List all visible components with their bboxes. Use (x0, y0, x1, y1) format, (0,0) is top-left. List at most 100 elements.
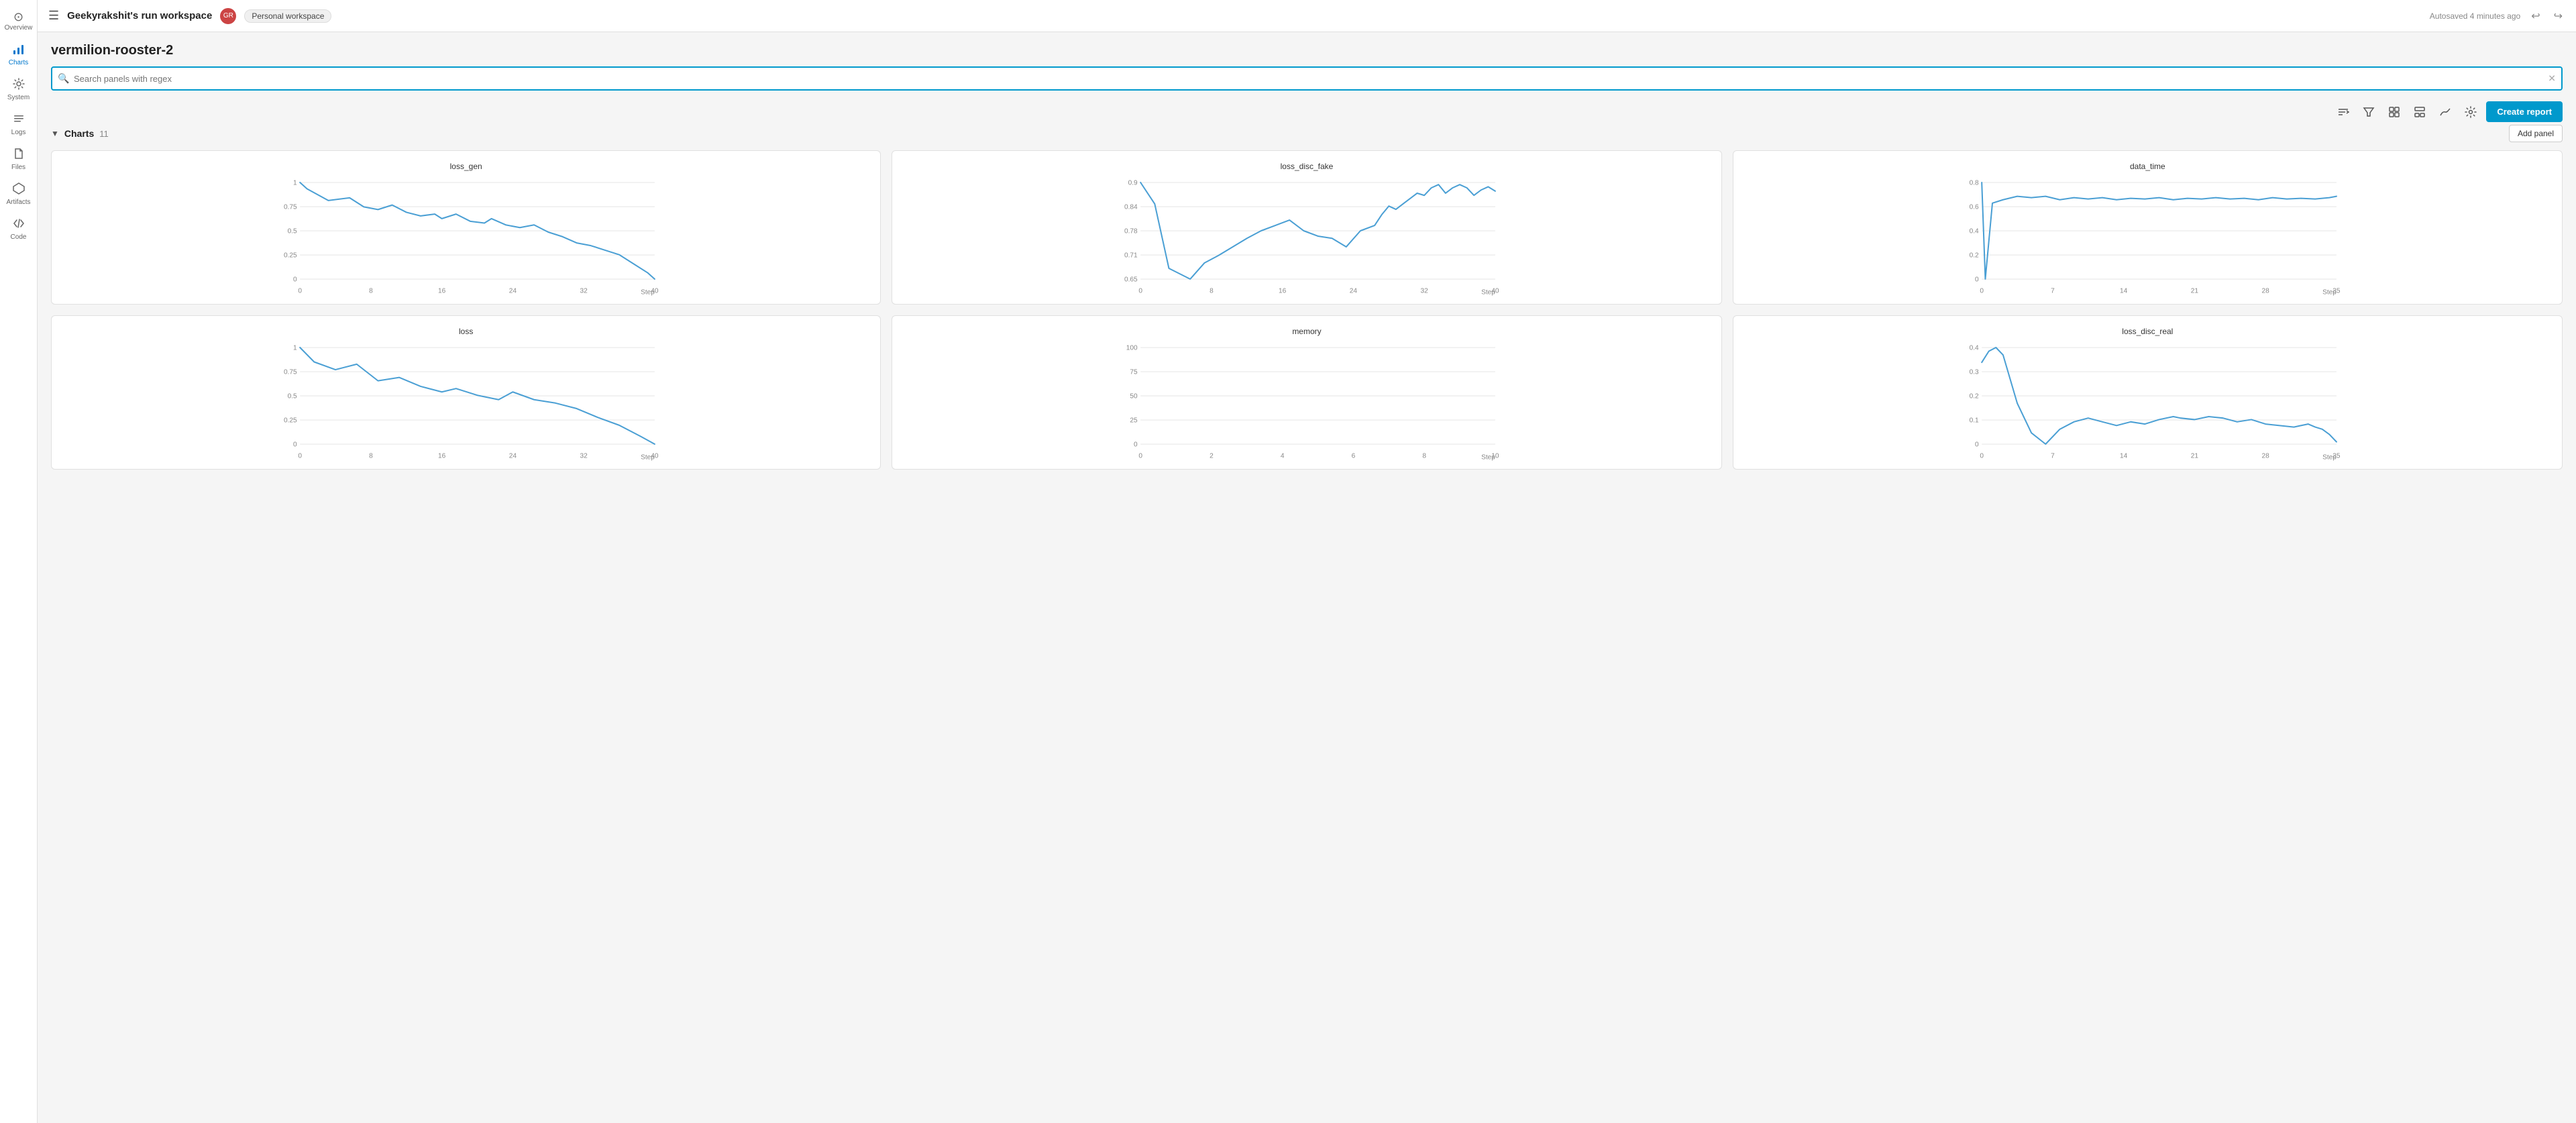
svg-text:0.25: 0.25 (284, 252, 297, 259)
svg-text:0: 0 (298, 452, 302, 460)
svg-text:21: 21 (2190, 452, 2198, 460)
sidebar-item-artifacts[interactable]: Artifacts (0, 176, 37, 211)
layout-icon[interactable] (2410, 102, 2430, 122)
sidebar-label-system: System (7, 94, 30, 101)
chart-title-loss_disc_fake: loss_disc_fake (900, 162, 1713, 171)
sidebar-label-code: Code (11, 233, 27, 241)
svg-text:0.4: 0.4 (1969, 344, 1978, 352)
svg-text:32: 32 (1421, 287, 1429, 295)
header: ☰ Geekyrakshit's run workspace GR Person… (38, 0, 2576, 32)
svg-text:16: 16 (438, 287, 446, 295)
chart-area-data_time[interactable]: 0.80.60.40.200714212835Step (1741, 176, 2554, 297)
add-panel-button[interactable]: Add panel (2509, 125, 2563, 142)
charts-section-title: Charts (64, 128, 94, 139)
collapse-charts-button[interactable]: ▼ (51, 129, 59, 138)
svg-text:0: 0 (1134, 441, 1138, 448)
svg-text:0.6: 0.6 (1969, 203, 1978, 211)
sidebar-label-artifacts: Artifacts (6, 199, 30, 206)
chart-card-memory: memory10075502500246810Step (892, 315, 1721, 470)
svg-text:32: 32 (580, 452, 588, 460)
svg-text:32: 32 (580, 287, 588, 295)
sidebar-item-code[interactable]: Code (0, 211, 37, 246)
filter-icon[interactable] (2359, 102, 2379, 122)
chart-title-loss: loss (60, 327, 872, 336)
system-icon (12, 77, 25, 93)
chart-area-loss_disc_fake[interactable]: 0.90.840.780.710.650816243240Step (900, 176, 1713, 297)
svg-text:8: 8 (1210, 287, 1214, 295)
svg-text:0.25: 0.25 (284, 417, 297, 424)
search-clear-icon[interactable]: ✕ (2548, 73, 2556, 85)
line-icon[interactable] (2435, 102, 2455, 122)
svg-text:0: 0 (1139, 452, 1143, 460)
svg-text:16: 16 (1279, 287, 1287, 295)
sidebar-item-logs[interactable]: Logs (0, 107, 37, 142)
search-container: 🔍 ✕ (51, 66, 2563, 91)
settings-icon[interactable] (2461, 102, 2481, 122)
svg-text:100: 100 (1126, 344, 1138, 352)
create-report-button[interactable]: Create report (2486, 101, 2563, 122)
svg-text:21: 21 (2190, 287, 2198, 295)
overview-icon: ⊙ (13, 11, 23, 23)
menu-icon[interactable]: ☰ (48, 9, 59, 23)
sidebar-item-files[interactable]: Files (0, 142, 37, 176)
svg-text:Step: Step (1481, 289, 1495, 297)
svg-text:16: 16 (438, 452, 446, 460)
svg-text:Step: Step (641, 289, 655, 297)
chart-area-loss_gen[interactable]: 10.750.50.2500816243240Step (60, 176, 872, 297)
svg-text:0: 0 (1975, 441, 1979, 448)
chart-area-loss_disc_real[interactable]: 0.40.30.20.100714212835Step (1741, 341, 2554, 462)
redo-button[interactable]: ↪ (2551, 7, 2565, 25)
svg-text:8: 8 (369, 287, 373, 295)
chart-card-loss: loss10.750.50.2500816243240Step (51, 315, 881, 470)
chart-title-loss_disc_real: loss_disc_real (1741, 327, 2554, 336)
sidebar-label-files: Files (11, 164, 25, 171)
svg-text:0.3: 0.3 (1969, 368, 1978, 376)
chart-card-loss_disc_fake: loss_disc_fake0.90.840.780.710.650816243… (892, 150, 1721, 305)
sidebar-label-charts: Charts (9, 59, 28, 66)
svg-text:28: 28 (2261, 287, 2269, 295)
chart-title-memory: memory (900, 327, 1713, 336)
code-icon (12, 217, 25, 232)
toolbar: Create report (51, 101, 2563, 122)
charts-icon (12, 42, 25, 58)
svg-text:6: 6 (1352, 452, 1356, 460)
svg-text:7: 7 (2051, 287, 2055, 295)
svg-text:0.9: 0.9 (1128, 179, 1138, 186)
svg-text:8: 8 (1423, 452, 1427, 460)
svg-text:28: 28 (2261, 452, 2269, 460)
chart-area-memory[interactable]: 10075502500246810Step (900, 341, 1713, 462)
main-content: ☰ Geekyrakshit's run workspace GR Person… (38, 0, 2576, 1123)
svg-text:0: 0 (298, 287, 302, 295)
chart-area-loss[interactable]: 10.750.50.2500816243240Step (60, 341, 872, 462)
undo-button[interactable]: ↩ (2528, 7, 2542, 25)
svg-text:1: 1 (293, 344, 297, 352)
run-title: vermilion-rooster-2 (51, 43, 2563, 58)
charts-count: 11 (99, 129, 109, 139)
svg-text:0.84: 0.84 (1124, 203, 1138, 211)
sidebar-item-overview[interactable]: ⊙ Overview (0, 5, 37, 37)
sidebar-item-charts[interactable]: Charts (0, 37, 37, 72)
svg-text:0.8: 0.8 (1969, 179, 1978, 186)
search-input[interactable] (51, 66, 2563, 91)
svg-text:Step: Step (2322, 454, 2337, 462)
sort-icon[interactable] (2333, 102, 2353, 122)
svg-text:0.78: 0.78 (1124, 227, 1138, 235)
svg-text:0.75: 0.75 (284, 203, 297, 211)
svg-text:0.2: 0.2 (1969, 392, 1978, 400)
svg-text:0: 0 (1980, 287, 1984, 295)
svg-text:0.4: 0.4 (1969, 227, 1978, 235)
svg-text:0: 0 (1980, 452, 1984, 460)
sidebar-label-logs: Logs (11, 129, 26, 136)
content-area: vermilion-rooster-2 🔍 ✕ (38, 32, 2576, 1123)
svg-text:0.1: 0.1 (1969, 417, 1978, 424)
svg-text:0: 0 (1975, 276, 1979, 283)
sidebar-item-system[interactable]: System (0, 72, 37, 107)
workspace-label[interactable]: Personal workspace (244, 9, 331, 23)
svg-text:8: 8 (369, 452, 373, 460)
svg-text:0.5: 0.5 (288, 227, 297, 235)
svg-text:0: 0 (1139, 287, 1143, 295)
chart-card-loss_gen: loss_gen10.750.50.2500816243240Step (51, 150, 881, 305)
svg-text:2: 2 (1210, 452, 1214, 460)
svg-text:1: 1 (293, 179, 297, 186)
group-icon[interactable] (2384, 102, 2404, 122)
